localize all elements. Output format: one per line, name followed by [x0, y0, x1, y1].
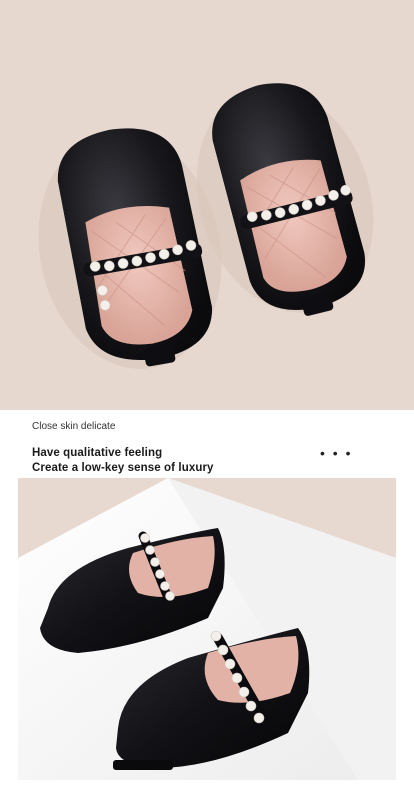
headline-line-2: Create a low-key sense of luxury [32, 462, 214, 474]
shoes-top-view-illustration [38, 83, 374, 369]
product-scene-image [18, 478, 396, 780]
headline-line-1: Have qualitative feeling [32, 447, 163, 459]
shoes-on-white-block-illustration [18, 478, 396, 780]
headline: Have qualitative feeling Create a low-ke… [32, 446, 214, 476]
more-options-icon[interactable]: • • • [320, 446, 352, 460]
hero-product-image [0, 0, 414, 410]
caption-text: Close skin delicate [32, 421, 116, 432]
